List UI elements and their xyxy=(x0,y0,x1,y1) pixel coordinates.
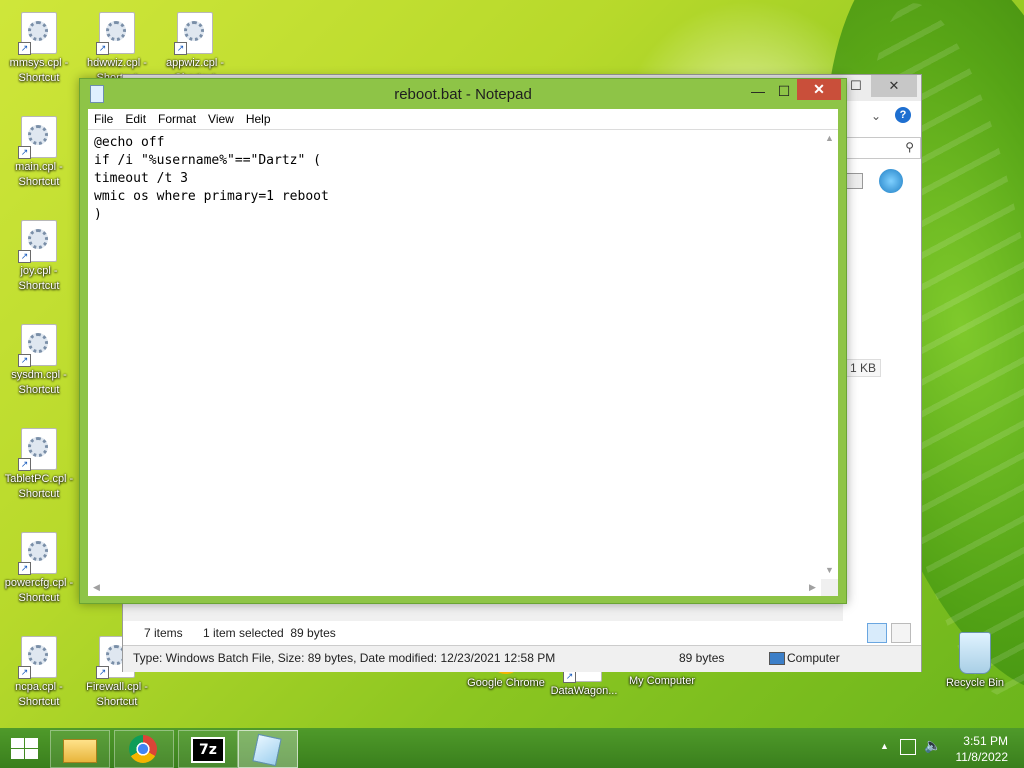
shortcut-arrow-icon: ↗ xyxy=(18,458,31,471)
desktop-icon-joy[interactable]: ↗ joy.cpl - Shortcut xyxy=(0,220,78,294)
taskbar-chrome[interactable] xyxy=(114,730,174,768)
notepad-titlebar[interactable]: reboot.bat - Notepad — ☐ ✕ xyxy=(80,79,846,107)
shortcut-arrow-icon: ↗ xyxy=(96,666,109,679)
minimize-button[interactable]: — xyxy=(744,81,772,101)
show-hidden-icons-icon[interactable]: ▲ xyxy=(880,741,889,751)
explorer-details-bar: Type: Windows Batch File, Size: 89 bytes… xyxy=(123,645,921,672)
desktop-icon-label: ncpa.cpl - Shortcut xyxy=(15,681,63,708)
desktop-icon-label: mmsys.cpl - Shortcut xyxy=(9,57,69,84)
shortcut-arrow-icon: ↗ xyxy=(174,42,187,55)
windows-logo-icon xyxy=(25,738,38,748)
shortcut-arrow-icon: ↗ xyxy=(18,42,31,55)
scroll-left-icon[interactable]: ◀ xyxy=(88,579,105,596)
close-button[interactable]: ✕ xyxy=(797,79,841,100)
scrollbar-corner xyxy=(821,579,838,596)
computer-icon xyxy=(769,652,785,665)
details-view-icon[interactable] xyxy=(867,623,887,643)
menu-file[interactable]: File xyxy=(88,109,119,129)
window-title: reboot.bat - Notepad xyxy=(394,86,532,103)
menu-view[interactable]: View xyxy=(202,109,240,129)
desktop-icon-mmsys[interactable]: ↗ mmsys.cpl - Shortcut xyxy=(0,12,78,86)
control-panel-icon: ↗ xyxy=(18,636,57,679)
help-icon[interactable]: ? xyxy=(895,107,911,123)
control-panel-icon: ↗ xyxy=(18,220,57,263)
menu-bar: File Edit Format View Help xyxy=(88,109,838,129)
control-panel-icon: ↗ xyxy=(18,428,57,471)
control-panel-icon: ↗ xyxy=(18,12,57,55)
desktop-icon-label: Recycle Bin xyxy=(945,677,1005,689)
size-column-fragment: 1 KB xyxy=(845,359,882,377)
desktop-icon-recyclebin[interactable]: Recycle Bin xyxy=(936,632,1014,691)
windows-logo-icon xyxy=(11,738,24,748)
search-box[interactable]: ⚲ xyxy=(843,137,921,159)
desktop-icon-label: DataWagon... xyxy=(550,685,618,697)
desktop-icon-label: main.cpl - Shortcut xyxy=(15,161,63,188)
start-button[interactable] xyxy=(10,737,40,761)
selection-info: 1 item selected 89 bytes xyxy=(203,626,336,640)
control-panel-icon: ↗ xyxy=(18,324,57,367)
location-label: Computer xyxy=(787,651,840,665)
desktop-icon-label: Google Chrome xyxy=(467,677,545,689)
shortcut-arrow-icon: ↗ xyxy=(18,562,31,575)
taskbar: 7z ▲ 🔈 3:51 PM 11/8/2022 xyxy=(0,728,1024,768)
desktop-icon-label: sysdm.cpl - Shortcut xyxy=(11,369,67,396)
clock-time: 3:51 PM xyxy=(963,734,1008,748)
chrome-icon xyxy=(129,735,157,763)
desktop-icon-sysdm[interactable]: ↗ sysdm.cpl - Shortcut xyxy=(0,324,78,398)
windows-logo-icon xyxy=(11,749,24,759)
file-details: Type: Windows Batch File, Size: 89 bytes… xyxy=(133,651,556,665)
desktop-icon-main[interactable]: ↗ main.cpl - Shortcut xyxy=(0,116,78,190)
notepad-icon xyxy=(252,733,282,767)
scroll-up-icon[interactable]: ▲ xyxy=(821,130,838,147)
scroll-down-icon[interactable]: ▼ xyxy=(821,562,838,579)
shortcut-arrow-icon: ↗ xyxy=(18,146,31,159)
file-size: 89 bytes xyxy=(679,651,725,665)
desktop-icon-ncpa[interactable]: ↗ ncpa.cpl - Shortcut xyxy=(0,636,78,710)
network-icon[interactable] xyxy=(900,739,916,755)
text-editor-area[interactable]: @echo off if /i "%username%"=="Dartz" ( … xyxy=(88,129,838,596)
desktop-icon-label: joy.cpl - Shortcut xyxy=(18,265,60,292)
scroll-right-icon[interactable]: ▶ xyxy=(804,579,821,596)
taskbar-file-explorer[interactable] xyxy=(50,730,110,768)
notepad-window[interactable]: reboot.bat - Notepad — ☐ ✕ File Edit Forma… xyxy=(79,78,847,604)
control-panel-icon: ↗ xyxy=(96,12,135,55)
search-icon[interactable]: ⚲ xyxy=(905,140,914,154)
control-panel-icon: ↗ xyxy=(18,532,57,575)
vertical-scrollbar[interactable]: ▲ ▼ xyxy=(821,130,838,579)
desktop-icon-label: powercfg.cpl - Shortcut xyxy=(4,577,74,604)
shortcut-arrow-icon: ↗ xyxy=(18,354,31,367)
system-tray: ▲ 🔈 3:51 PM 11/8/2022 xyxy=(864,728,1024,768)
taskbar-notepad[interactable] xyxy=(238,730,298,768)
desktop-icon-label: Firewall.cpl - Shortcut xyxy=(86,681,148,708)
menu-format[interactable]: Format xyxy=(152,109,202,129)
thumbnails-view-icon[interactable] xyxy=(891,623,911,643)
shortcut-arrow-icon: ↗ xyxy=(18,666,31,679)
menu-help[interactable]: Help xyxy=(240,109,277,129)
item-count: 7 items xyxy=(144,626,183,640)
menu-edit[interactable]: Edit xyxy=(119,109,152,129)
preview-icon xyxy=(879,169,903,193)
explorer-side-area: ⌄ ? ⚲ 1 KB xyxy=(843,101,921,621)
editor-content[interactable]: @echo off if /i "%username%"=="Dartz" ( … xyxy=(94,134,329,224)
chevron-down-icon[interactable]: ⌄ xyxy=(871,109,881,123)
control-panel-icon: ↗ xyxy=(174,12,213,55)
clock-date: 11/8/2022 xyxy=(955,750,1009,764)
clock[interactable]: 3:51 PM 11/8/2022 xyxy=(938,733,1009,765)
maximize-button[interactable]: ☐ xyxy=(770,81,798,101)
desktop-icon-label: My Computer xyxy=(628,675,696,687)
recycle-bin-icon xyxy=(959,632,991,674)
desktop-icon-label: TabletPC.cpl - Shortcut xyxy=(4,473,74,500)
shortcut-arrow-icon: ↗ xyxy=(96,42,109,55)
control-panel-icon: ↗ xyxy=(18,116,57,159)
desktop-icon-powercfg[interactable]: ↗ powercfg.cpl - Shortcut xyxy=(0,532,78,606)
close-button[interactable]: ✕ xyxy=(871,75,917,97)
seven-zip-icon: 7z xyxy=(191,737,225,763)
folder-icon xyxy=(63,739,97,763)
shortcut-arrow-icon: ↗ xyxy=(18,250,31,263)
explorer-status-bar: 7 items 1 item selected 89 bytes xyxy=(123,621,921,645)
desktop-icon-tabletpc[interactable]: ↗ TabletPC.cpl - Shortcut xyxy=(0,428,78,502)
windows-logo-icon xyxy=(25,749,38,759)
horizontal-scrollbar[interactable]: ◀ ▶ xyxy=(88,579,821,596)
taskbar-7zip[interactable]: 7z xyxy=(178,730,238,768)
